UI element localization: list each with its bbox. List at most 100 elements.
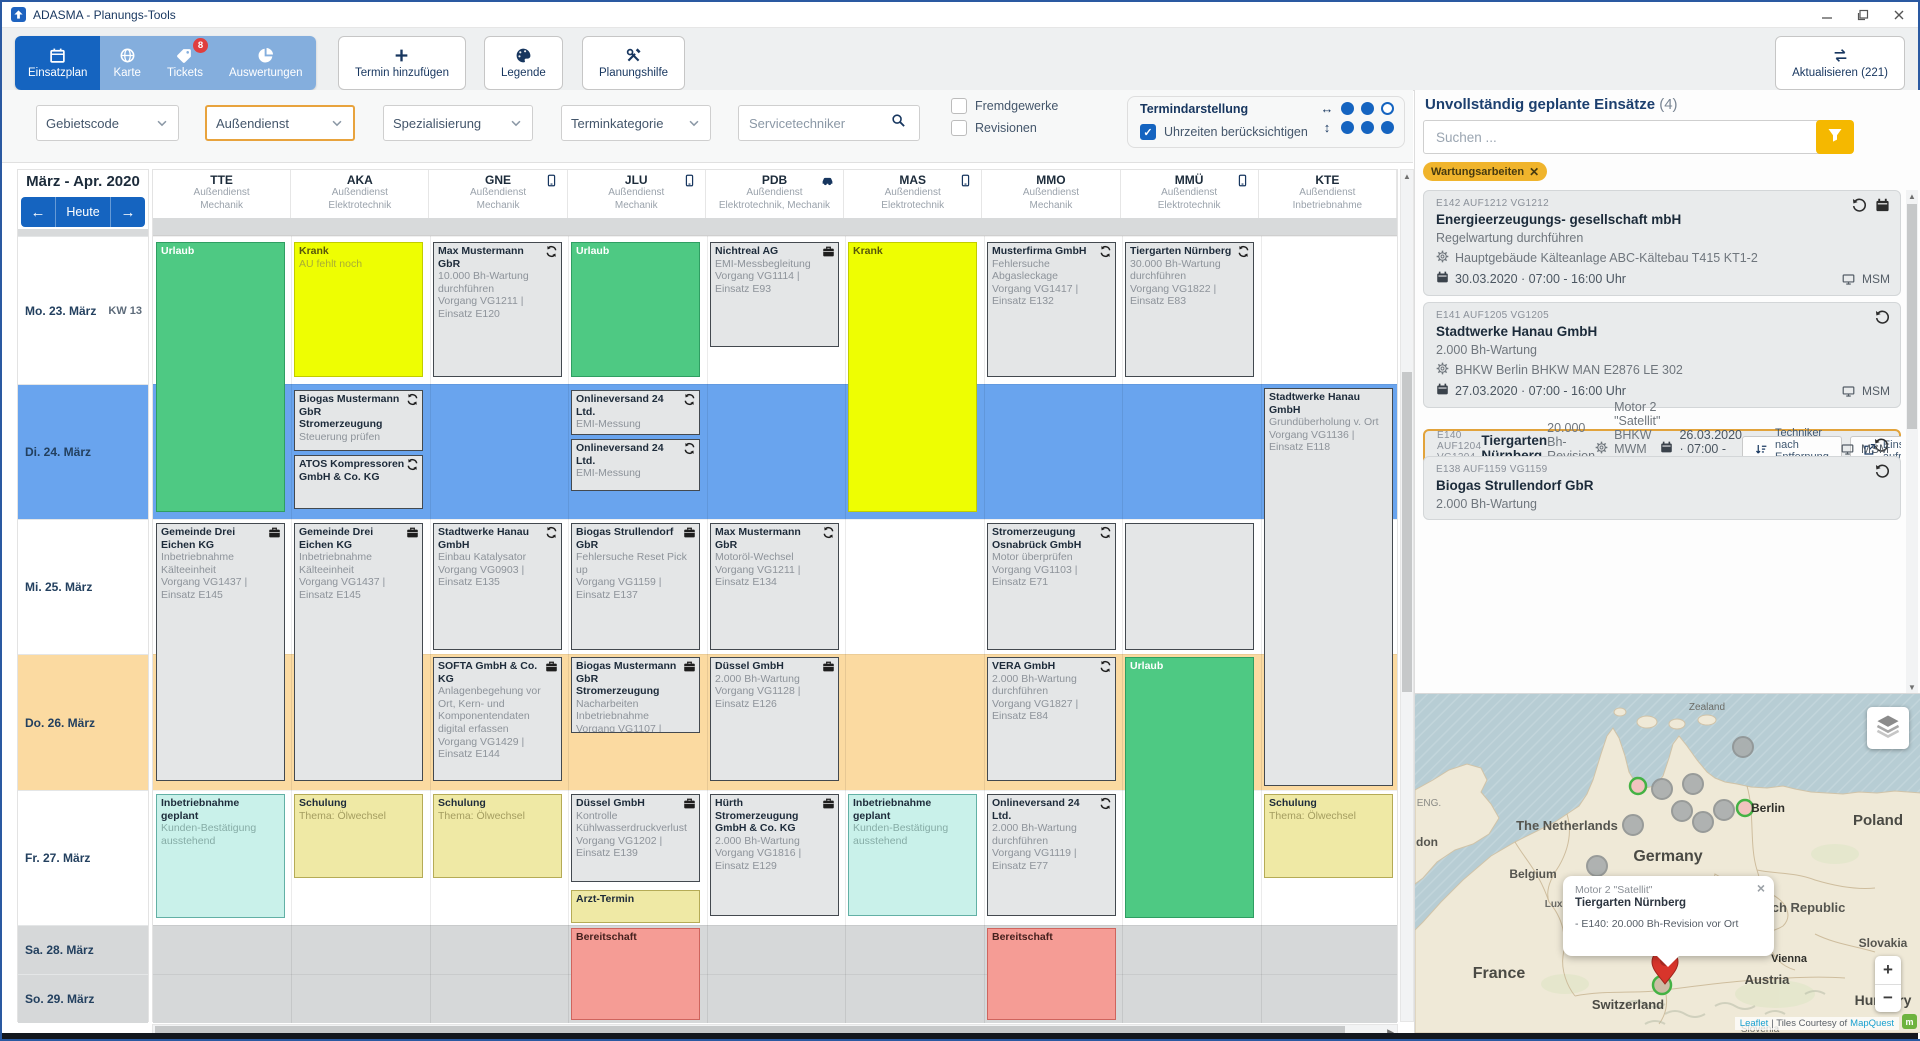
cluster-marker[interactable] (1714, 800, 1734, 820)
appointment-cell[interactable]: Musterfirma GmbHFehlersuche Abgasleckage… (987, 242, 1116, 377)
technician-column-header-MMÜ[interactable]: MMÜAußendienstElektrotechnik (1121, 170, 1259, 218)
appointment-cell[interactable]: Krank (848, 242, 977, 512)
refresh-button[interactable]: Aktualisieren (221) (1775, 36, 1905, 90)
appointment-cell[interactable]: Nichtreal AGEMI-MessbegleitungVorgang VG… (710, 242, 839, 347)
appointment-cell[interactable]: Hürth Stromerzeugung GmbH & Co. KG2.000 … (710, 794, 839, 916)
leaflet-link[interactable]: Leaflet (1740, 1018, 1769, 1029)
sidebar-search-input[interactable] (1434, 129, 1820, 146)
mapquest-logo[interactable]: m (1902, 1014, 1917, 1029)
technician-search[interactable] (738, 105, 920, 141)
size-dot-2[interactable] (1361, 102, 1374, 115)
checkbox-fremdgewerke[interactable]: Fremdgewerke (951, 98, 1058, 114)
toolbar-button-plus[interactable]: Termin hinzufügen (338, 36, 466, 90)
zoom-in-button[interactable]: + (1875, 956, 1901, 985)
appointment-cell[interactable]: Inbetriebnahme geplantKunden-Bestätigung… (848, 794, 977, 916)
cluster-marker[interactable] (1693, 812, 1713, 832)
appointment-cell[interactable]: Urlaub (156, 242, 285, 512)
technician-column-header-TTE[interactable]: TTEAußendienstMechanik (153, 170, 291, 218)
appointment-cell[interactable]: Onlineversand 24 Ltd.EMI-Messung (571, 439, 700, 491)
appointment-cell[interactable]: Max Mustermann GbR10.000 Bh-Wartung durc… (433, 242, 562, 377)
technician-column-header-JLU[interactable]: JLUAußendienstMechanik (568, 170, 706, 218)
filter-select-gebietscode[interactable]: Gebietscode (36, 105, 179, 141)
history-icon[interactable] (1875, 310, 1890, 330)
size-dot-2[interactable] (1361, 121, 1374, 134)
technician-column-header-MAS[interactable]: MASAußendienstElektrotechnik (844, 170, 982, 218)
cluster-marker[interactable] (1672, 801, 1692, 821)
appointment-cell[interactable]: Bereitschaft (571, 928, 700, 1020)
sidebar-scroll-down-icon[interactable]: ▼ (1906, 683, 1918, 692)
einsatz-card[interactable]: E138 AUF1159 VG1159Biogas Strullendorf G… (1423, 456, 1901, 520)
appointment-cell[interactable]: Max Mustermann GbRMotoröl-WechselVorgang… (710, 523, 839, 650)
appointment-cell[interactable]: Stadtwerke Hanau GmbHEinbau KatalysatorV… (433, 523, 562, 650)
vertical-scrollbar[interactable]: ▲ (1400, 169, 1414, 1022)
map[interactable]: ZealandENG.donThe NetherlandsBelgiumLux.… (1415, 693, 1920, 1033)
appointment-cell[interactable] (1125, 523, 1254, 650)
toolbar-button-palette[interactable]: Legende (484, 36, 563, 90)
appointment-cell[interactable]: Düssel GmbHKontrolle Kühlwasserdruckverl… (571, 794, 700, 882)
appointment-cell[interactable]: ATOS Kompressoren GmbH & Co. KG (294, 455, 423, 509)
appointment-cell[interactable]: Inbetriebnahme geplantKunden-Bestätigung… (156, 794, 285, 918)
uhrzeiten-checkbox[interactable]: ✓ Uhrzeiten berücksichtigen (1140, 124, 1308, 140)
technician-column-header-KTE[interactable]: KTEAußendienstInbetriebnahme (1259, 170, 1397, 218)
einsatz-card[interactable]: E141 AUF1205 VG1205Stadtwerke Hanau GmbH… (1423, 302, 1901, 408)
appointment-cell[interactable]: Biogas Strullendorf GbRFehlersuche Reset… (571, 523, 700, 650)
technician-column-header-GNE[interactable]: GNEAußendienstMechanik (429, 170, 567, 218)
sidebar-scroll-thumb[interactable] (1907, 204, 1917, 429)
appointment-cell[interactable]: Bereitschaft (987, 928, 1116, 1020)
appointment-cell[interactable]: SOFTA GmbH & Co. KGAnlagenbegehung vor O… (433, 657, 562, 781)
tab-einsatzplan[interactable]: Einsatzplan (15, 36, 100, 90)
filter-select-außendienst[interactable]: Außendienst (205, 105, 355, 141)
cluster-marker[interactable] (1587, 856, 1607, 876)
zoom-out-button[interactable]: − (1875, 985, 1901, 1013)
filter-tag-wartungsarbeiten[interactable]: Wartungsarbeiten ✕ (1423, 162, 1547, 181)
technician-column-header-PDB[interactable]: PDBAußendienstElektrotechnik, Mechanik (706, 170, 844, 218)
einsatz-card[interactable]: E142 AUF1212 VG1212Energieerzeugungs- ge… (1423, 190, 1901, 296)
appointment-cell[interactable]: Biogas Mustermann GbR StromerzeugungSteu… (294, 390, 423, 451)
sidebar-scroll-up-icon[interactable]: ▲ (1906, 192, 1918, 201)
cluster-marker[interactable] (1683, 774, 1703, 794)
appointment-cell[interactable]: Onlineversand 24 Ltd.EMI-Messung (571, 390, 700, 435)
minimize-icon[interactable] (1820, 8, 1834, 22)
technician-column-header-AKA[interactable]: AKAAußendienstElektrotechnik (291, 170, 429, 218)
history-icon[interactable] (1875, 464, 1890, 484)
technician-search-input[interactable] (747, 115, 891, 132)
toolbar-button-tools[interactable]: Planungshilfe (582, 36, 685, 90)
today-button[interactable]: Heute (55, 197, 111, 227)
appointment-cell[interactable]: Biogas Mustermann GbR StromerzeugungNach… (571, 657, 700, 733)
map-layers-button[interactable] (1867, 707, 1909, 749)
appointment-cell[interactable]: Gemeinde Drei Eichen KGInbetriebnahme Kä… (156, 523, 285, 781)
tab-auswertungen[interactable]: Auswertungen (216, 36, 316, 90)
cluster-marker[interactable] (1733, 737, 1753, 757)
popup-close-icon[interactable]: × (1757, 881, 1765, 895)
vertical-scroll-thumb[interactable] (1402, 372, 1412, 692)
appointment-cell[interactable]: SchulungThema: Ölwechsel (294, 794, 423, 878)
appointment-cell[interactable]: Stadtwerke Hanau GmbHGrundüberholung v. … (1264, 388, 1393, 786)
appointment-cell[interactable]: Düssel GmbH2.000 Bh-WartungVorgang VG112… (710, 657, 839, 781)
checkbox-revisionen[interactable]: Revisionen (951, 120, 1058, 136)
sidebar-scrollbar[interactable]: ▲ ▼ (1906, 190, 1918, 694)
appointment-cell[interactable]: Onlineversand 24 Ltd.2.000 Bh-Wartung du… (987, 794, 1116, 916)
next-week-button[interactable]: → (111, 197, 145, 227)
mapquest-link[interactable]: MapQuest (1850, 1018, 1894, 1029)
appointment-cell[interactable]: SchulungThema: Ölwechsel (1264, 794, 1393, 878)
close-icon[interactable] (1892, 8, 1906, 22)
technician-column-header-MMO[interactable]: MMOAußendienstMechanik (982, 170, 1120, 218)
scroll-up-icon[interactable]: ▲ (1401, 172, 1413, 181)
prev-week-button[interactable]: ← (21, 197, 55, 227)
site-marker[interactable] (1630, 778, 1646, 794)
tag-close-icon[interactable]: ✕ (1529, 165, 1539, 179)
appointment-cell[interactable]: SchulungThema: Ölwechsel (433, 794, 562, 878)
cluster-marker[interactable] (1623, 815, 1643, 835)
size-dot-1[interactable] (1341, 121, 1354, 134)
tab-tickets[interactable]: Tickets8 (154, 36, 216, 90)
appointment-cell[interactable]: Arzt-Termin (571, 890, 700, 923)
tab-karte[interactable]: Karte (100, 36, 154, 90)
filter-select-terminkategorie[interactable]: Terminkategorie (561, 105, 711, 141)
appointment-cell[interactable]: VERA GmbH2.000 Bh-Wartung durchführenVor… (987, 657, 1116, 781)
appointment-cell[interactable]: Urlaub (571, 242, 700, 377)
history-icon[interactable] (1852, 198, 1867, 218)
sidebar-filter-button[interactable] (1816, 120, 1854, 154)
appointment-cell[interactable]: KrankAU fehlt noch (294, 242, 423, 377)
size-dot-3[interactable] (1381, 121, 1394, 134)
size-dot-3[interactable] (1381, 102, 1394, 115)
